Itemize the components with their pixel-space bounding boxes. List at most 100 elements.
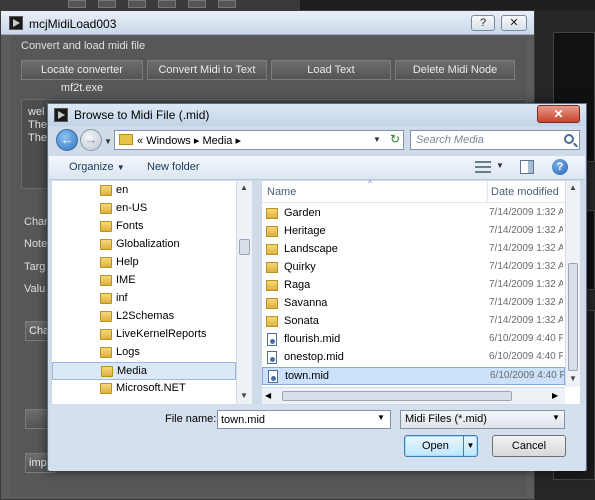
- delete-midi-node-button[interactable]: Delete Midi Node: [395, 60, 515, 80]
- convert-midi-button[interactable]: Convert Midi to Text: [147, 60, 267, 80]
- views-dropdown[interactable]: ▼: [496, 161, 504, 170]
- load-text-button[interactable]: Load Text: [271, 60, 391, 80]
- address-overflow[interactable]: «: [137, 135, 143, 147]
- file-row-heritage[interactable]: Heritage 7/14/2009 1:32 AM: [262, 223, 565, 241]
- file-name: Landscape: [284, 243, 338, 255]
- tree-item-label: Help: [116, 256, 139, 268]
- tree-item-logs[interactable]: Logs: [52, 344, 236, 362]
- cancel-button[interactable]: Cancel: [492, 435, 566, 457]
- tree-scrollbar[interactable]: ▲ ▼: [236, 181, 252, 404]
- chevron-down-icon[interactable]: ▼: [552, 413, 560, 422]
- file-row-landscape[interactable]: Landscape 7/14/2009 1:32 AM: [262, 241, 565, 259]
- address-separator[interactable]: ▸: [194, 135, 200, 147]
- address-segment-media[interactable]: Media: [202, 135, 232, 147]
- tree-item-microsoft-net[interactable]: Microsoft.NET: [52, 380, 236, 398]
- folder-icon: [100, 257, 112, 268]
- tree-scroll-thumb[interactable]: [239, 239, 250, 255]
- tree-item-fonts[interactable]: Fonts: [52, 218, 236, 236]
- organize-button[interactable]: Organize ▼: [69, 161, 125, 173]
- recent-locations-dropdown[interactable]: ▼: [104, 137, 112, 146]
- file-date: 7/14/2009 1:32 AM: [489, 297, 563, 308]
- folder-icon: [266, 262, 278, 273]
- file-list-vertical-scrollbar[interactable]: ▲ ▼: [565, 181, 580, 387]
- scroll-up-icon[interactable]: ▲: [569, 183, 577, 192]
- file-date: 6/10/2009 4:40 PM: [489, 333, 563, 344]
- search-icon[interactable]: [564, 134, 574, 144]
- column-header-name[interactable]: Name: [267, 186, 296, 198]
- folder-icon: [100, 239, 112, 250]
- back-button[interactable]: ←: [56, 129, 78, 151]
- app-icon: [9, 16, 23, 30]
- tree-item-label: Globalization: [116, 238, 180, 250]
- file-list-hscroll-thumb[interactable]: [282, 391, 512, 401]
- file-name: Quirky: [284, 261, 316, 273]
- file-name-input[interactable]: [217, 410, 391, 429]
- folder-icon: [266, 280, 278, 291]
- value-label: Valu: [24, 283, 46, 295]
- file-list-scroll-thumb[interactable]: [568, 263, 578, 371]
- scroll-down-icon[interactable]: ▼: [569, 374, 577, 383]
- new-folder-button[interactable]: New folder: [147, 161, 200, 173]
- main-titlebar[interactable]: mcjMidiLoad003 ? ✕: [1, 11, 534, 35]
- dialog-titlebar[interactable]: Browse to Midi File (.mid) ✕: [48, 104, 586, 126]
- file-name: town.mid: [285, 370, 330, 382]
- tree-item-label: inf: [116, 292, 128, 304]
- scroll-down-icon[interactable]: ▼: [240, 391, 248, 400]
- file-row-sonata[interactable]: Sonata 7/14/2009 1:32 AM: [262, 313, 565, 331]
- tree-item-inf[interactable]: inf: [52, 290, 236, 308]
- navigation-bar: ← → ▼ « Windows ▸ Media ▸ ▼ ↻ Search Med…: [52, 127, 582, 155]
- file-row-garden[interactable]: Garden 7/14/2009 1:32 AM: [262, 205, 565, 223]
- tree-item-en[interactable]: en: [52, 182, 236, 200]
- open-split-dropdown[interactable]: ▼: [463, 436, 477, 456]
- file-date: 7/14/2009 1:32 AM: [489, 243, 563, 254]
- file-row-raga[interactable]: Raga 7/14/2009 1:32 AM: [262, 277, 565, 295]
- forward-button[interactable]: →: [80, 129, 102, 151]
- file-name: Savanna: [284, 297, 328, 309]
- dialog-close-button[interactable]: ✕: [537, 105, 580, 123]
- file-row-town[interactable]: town.mid 6/10/2009 4:40 PM: [262, 367, 565, 385]
- target-label: Targ: [24, 261, 46, 273]
- textbox-line: The: [28, 132, 47, 144]
- column-header-date[interactable]: Date modified: [491, 186, 559, 198]
- file-row-onestop[interactable]: onestop.mid 6/10/2009 4:40 PM: [262, 349, 565, 367]
- tree-item-ime[interactable]: IME: [52, 272, 236, 290]
- file-name-dropdown[interactable]: ▼: [377, 413, 385, 422]
- views-icon[interactable]: [475, 161, 491, 173]
- help-caption-button[interactable]: ?: [471, 15, 495, 31]
- scroll-up-icon[interactable]: ▲: [240, 183, 248, 192]
- file-name: Heritage: [284, 225, 326, 237]
- textbox-line: wel: [28, 106, 45, 118]
- chevron-down-icon: ▼: [116, 163, 125, 172]
- scroll-left-icon[interactable]: ◀: [265, 391, 271, 400]
- file-list-horizontal-scrollbar[interactable]: ◀ ▶: [262, 387, 565, 404]
- tree-item-globalization[interactable]: Globalization: [52, 236, 236, 254]
- folder-icon: [100, 383, 112, 394]
- toolbar-icon: [98, 0, 116, 8]
- address-history-dropdown[interactable]: ▼: [368, 130, 386, 150]
- preview-pane-icon[interactable]: [520, 160, 534, 174]
- address-bar[interactable]: « Windows ▸ Media ▸: [114, 130, 404, 150]
- dialog-bottom-panel: File name: ▼ Midi Files (*.mid) ▼ Open ▼…: [49, 405, 585, 471]
- locate-converter-button[interactable]: Locate converter mf2t.exe: [21, 60, 143, 94]
- folder-icon: [100, 293, 112, 304]
- file-type-filter[interactable]: Midi Files (*.mid): [400, 410, 565, 429]
- file-row-flourish[interactable]: flourish.mid 6/10/2009 4:40 PM: [262, 331, 565, 349]
- tree-item-livekernelreports[interactable]: LiveKernelReports: [52, 326, 236, 344]
- file-row-savanna[interactable]: Savanna 7/14/2009 1:32 AM: [262, 295, 565, 313]
- refresh-icon[interactable]: ↻: [386, 130, 404, 150]
- scroll-right-icon[interactable]: ▶: [552, 391, 558, 400]
- tree-item-help[interactable]: Help: [52, 254, 236, 272]
- tree-item-media[interactable]: Media: [52, 362, 236, 380]
- column-divider[interactable]: [487, 181, 488, 203]
- help-icon[interactable]: ?: [552, 159, 568, 175]
- close-caption-button[interactable]: ✕: [501, 15, 527, 31]
- tree-item-l2schemas[interactable]: L2Schemas: [52, 308, 236, 326]
- file-name: Raga: [284, 279, 311, 291]
- address-segment-windows[interactable]: Windows: [146, 135, 191, 147]
- folder-icon: [266, 316, 278, 327]
- search-input[interactable]: Search Media: [410, 130, 580, 150]
- address-separator[interactable]: ▸: [236, 135, 242, 147]
- address-path: « Windows ▸ Media ▸: [137, 134, 241, 147]
- tree-item-en-us[interactable]: en-US: [52, 200, 236, 218]
- file-row-quirky[interactable]: Quirky 7/14/2009 1:32 AM: [262, 259, 565, 277]
